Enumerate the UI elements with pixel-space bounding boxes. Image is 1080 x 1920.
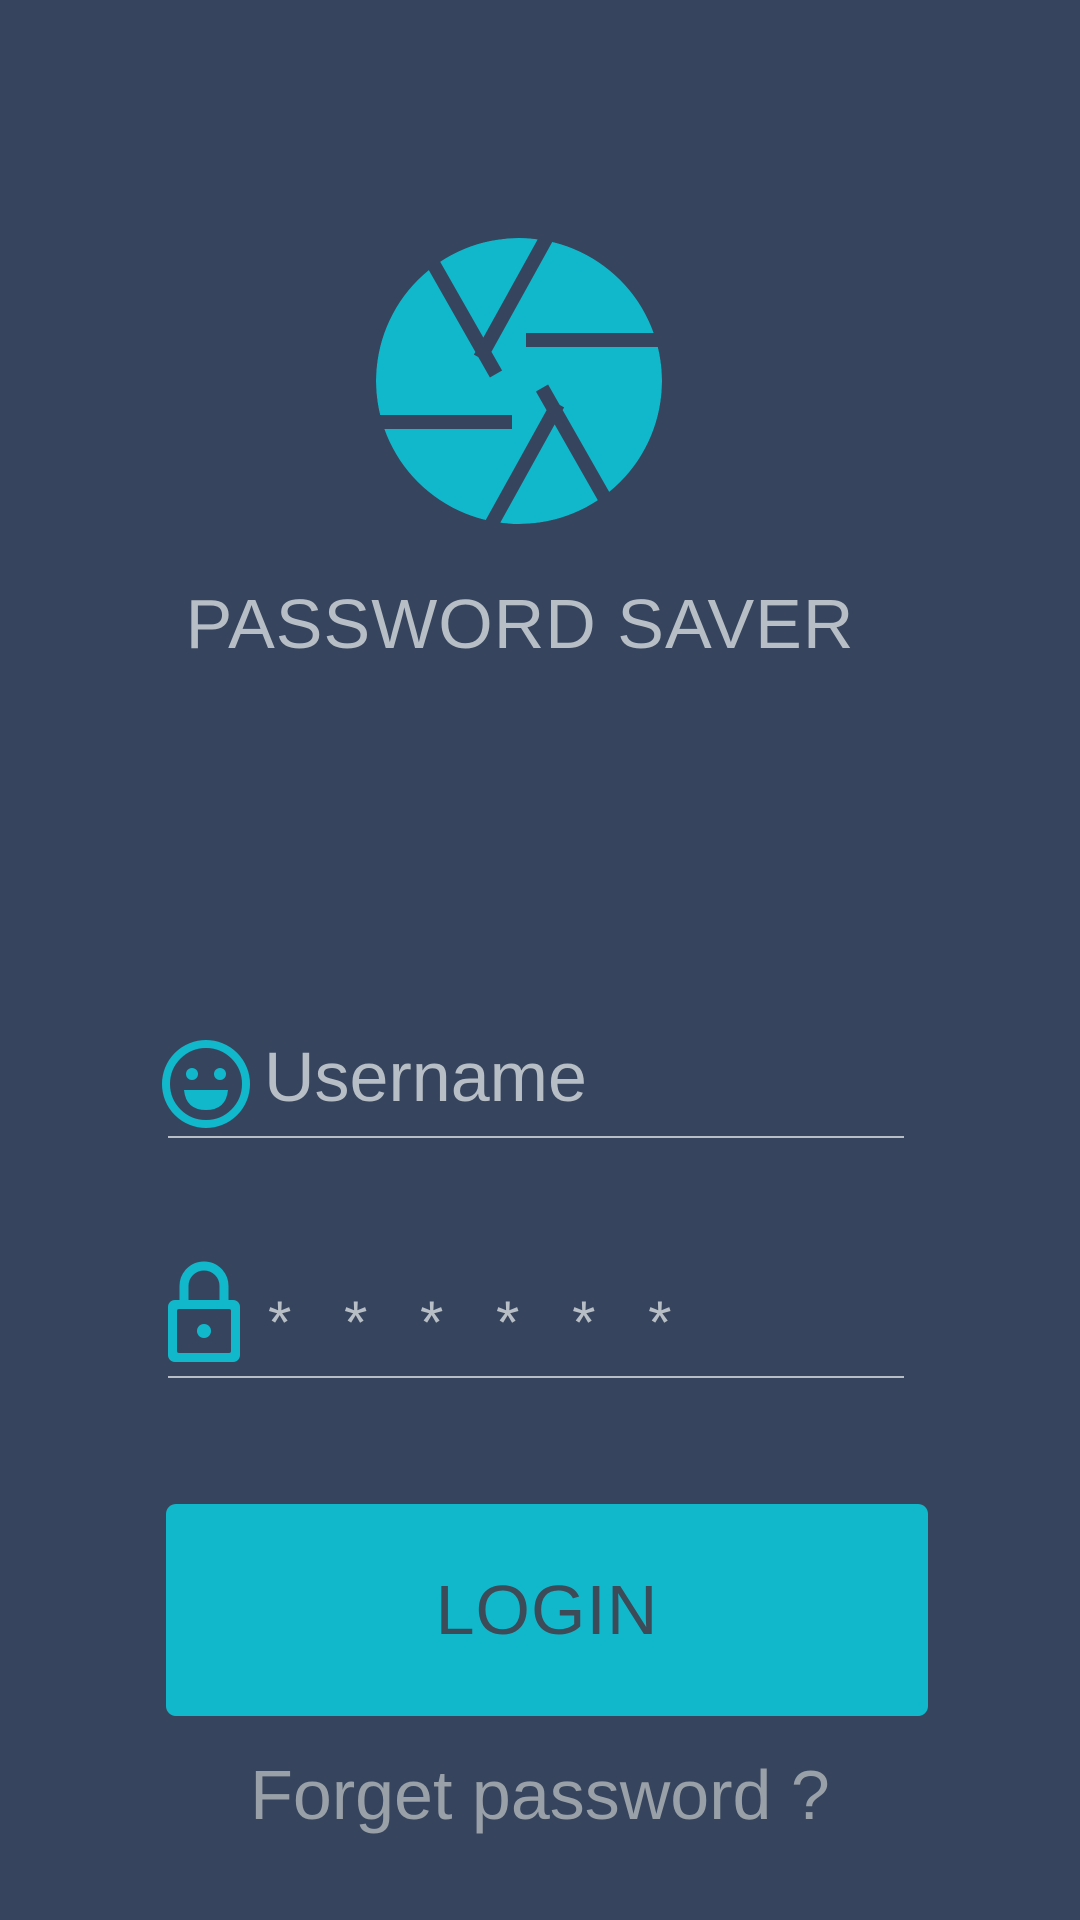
login-button[interactable]: LOGIN	[166, 1504, 928, 1716]
password-input[interactable]: * * * * * *	[268, 1288, 898, 1378]
username-input[interactable]	[264, 1032, 894, 1122]
camera-aperture-icon	[376, 238, 662, 524]
smiley-icon	[162, 1040, 250, 1128]
password-field: * * * * * *	[168, 1261, 904, 1378]
lock-icon	[168, 1261, 240, 1362]
username-field	[162, 1026, 904, 1138]
app-title: PASSWORD SAVER	[185, 585, 855, 663]
login-screen: PASSWORD SAVER * * * * * * LOGIN Forget …	[0, 0, 1080, 1920]
forgot-password-link[interactable]: Forget password ?	[0, 1752, 1080, 1838]
